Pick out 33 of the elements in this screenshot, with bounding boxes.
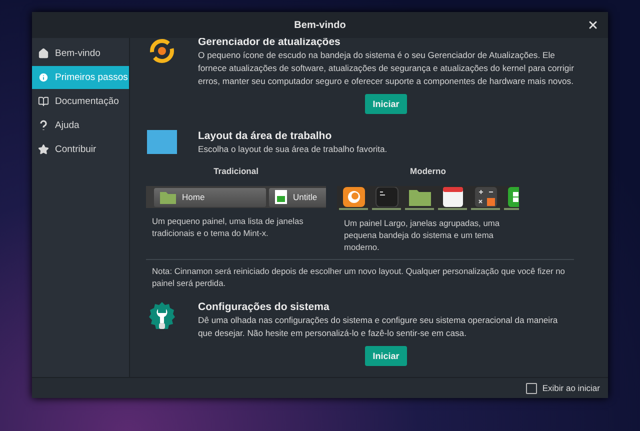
traditional-panel-preview[interactable]: Home Untitle [146, 186, 326, 208]
star-icon [38, 144, 49, 155]
folder-icon [160, 190, 176, 204]
checkbox-label: Exibir ao iniciar [542, 383, 600, 393]
info-icon [38, 72, 49, 83]
taskbar-button: Untitle [269, 188, 326, 206]
folder-icon[interactable] [408, 187, 432, 207]
sidebar-item[interactable]: Documentação [32, 90, 129, 113]
sidebar-item[interactable]: Bem-vindo [32, 42, 129, 65]
layout-option-description: Um pequeno painel, uma lista de janelas tradicionais e o tema do Mint-x. [152, 215, 304, 239]
window-title: Bem-vindo [294, 20, 346, 30]
layout-note: Nota: Cinnamon será reiniciado depois de escolher um novo layout. Qualquer personalização que você fizer no painel será perdida. [152, 265, 566, 289]
section-heading: Layout da área de trabalho [198, 130, 333, 143]
sidebar-item[interactable]: Ajuda [32, 114, 129, 137]
layout-option-title: Tradicional [214, 166, 258, 176]
sidebar-item[interactable]: Contribuir [32, 138, 129, 161]
section-description: Dê uma olhada nas configurações do sistema e configure seu sistema operacional da maneira que desejar. Não hesite em personalizá-lo e fazê-lo sentir-se em casa. [198, 314, 559, 340]
layout-option-description: Um painel Largo, janelas agrupadas, uma pequena bandeja do sistema e um tema moderno. [344, 217, 500, 253]
section-description: O pequeno ícone de escudo na bandeja do sistema é o seu Gerenciador de Atualizações. Ele fornece atualizações de software, atualizações de segurança e atualizações do kernel para corrigir erros, manter seu computador seguro e oferecer suporte a componentes de hardware mais novos. [198, 49, 574, 88]
calculator-icon[interactable] [474, 187, 498, 207]
section-heading: Configurações do sistema [198, 301, 330, 314]
question-icon [38, 120, 49, 131]
home-icon [38, 48, 49, 59]
taskbar-button: Home [154, 188, 266, 206]
wrench-gear-icon [149, 301, 175, 331]
book-icon [38, 96, 49, 107]
section-description: Escolha o layout de sua área de trabalho favorita. [198, 143, 388, 156]
checkbox[interactable] [526, 382, 538, 394]
layout-option-title: Moderno [410, 166, 446, 176]
spreadsheet-icon [275, 190, 287, 204]
calendar-icon[interactable] [440, 187, 464, 207]
layout-icon [147, 130, 177, 154]
modern-panel-preview[interactable] [337, 186, 519, 210]
